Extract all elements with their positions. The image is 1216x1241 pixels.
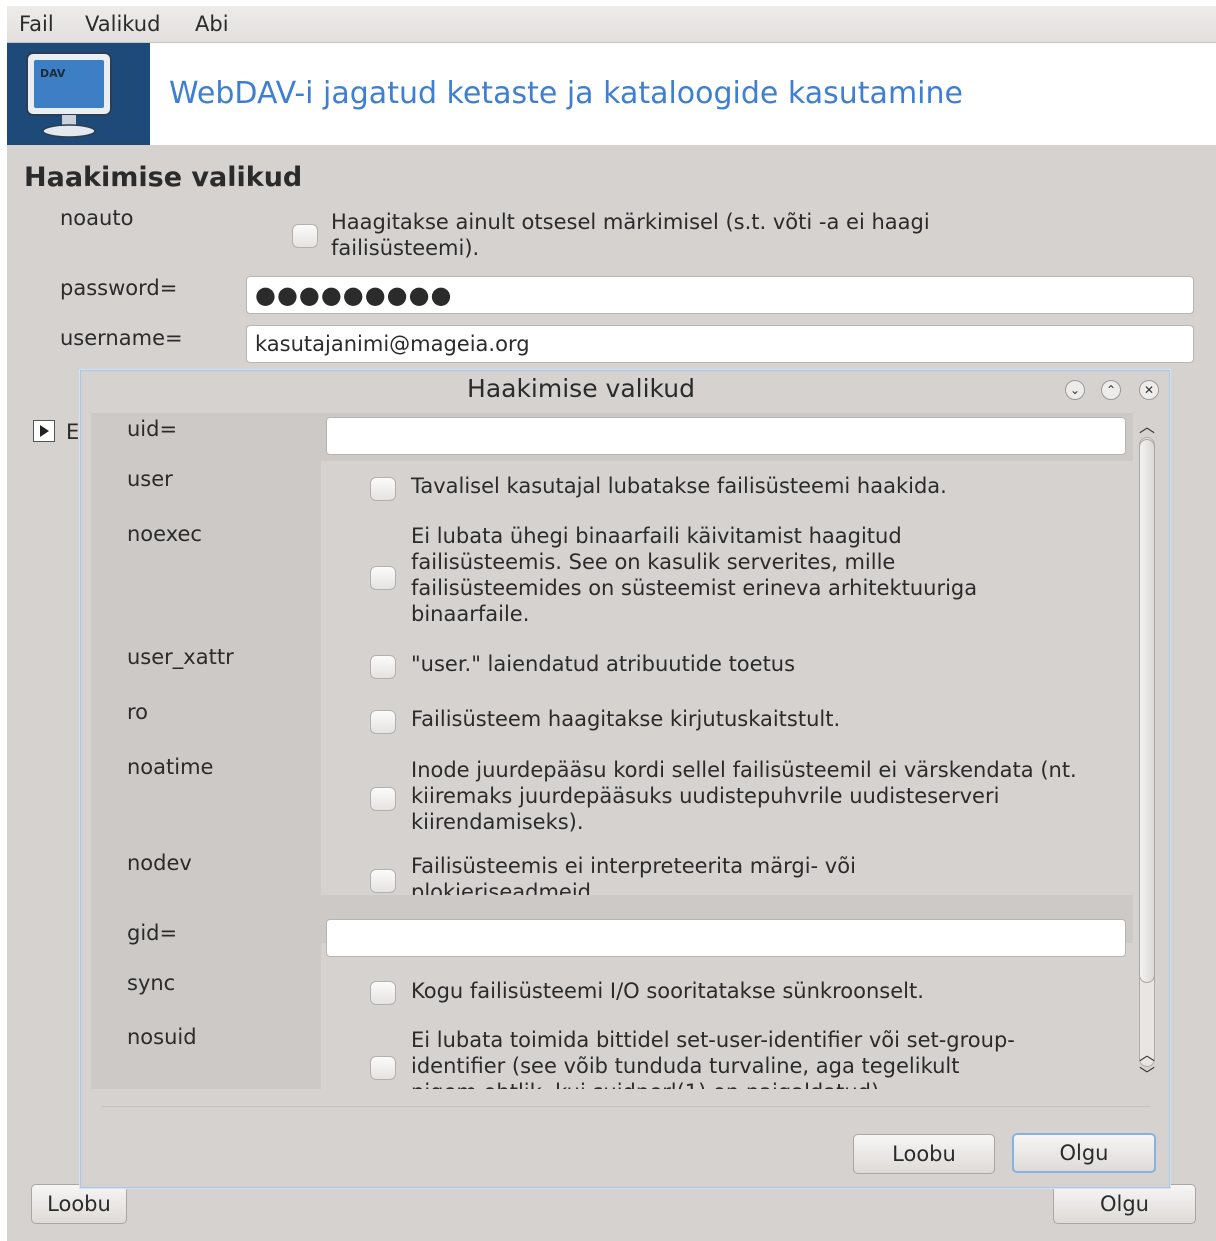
options-scroll-area[interactable]: uid= user Tavalisel kasutajal lubatakse … xyxy=(91,413,1169,1089)
svg-text:DAV: DAV xyxy=(40,67,66,80)
vertical-scrollbar[interactable]: ︿ ︿ ﹀ xyxy=(1137,413,1167,1089)
webdav-logo: DAV xyxy=(7,43,150,145)
ro-label: ro xyxy=(127,700,149,724)
noauto-checkbox[interactable] xyxy=(292,224,318,248)
label-column xyxy=(91,413,321,1089)
section-title: Haakimise valikud xyxy=(24,162,303,193)
scroll-up-arrow-icon[interactable]: ︿ xyxy=(1137,413,1157,437)
dialog-ok-button[interactable]: Olgu xyxy=(1012,1133,1156,1173)
password-value: ●●●●●●●●● xyxy=(255,281,453,309)
page-title: WebDAV-i jagatud ketaste ja kataloogide … xyxy=(169,76,963,111)
banner: DAV WebDAV-i jagatud ketaste ja kataloog… xyxy=(7,43,1216,145)
sync-description: Kogu failisüsteemi I/O sooritatakse sünk… xyxy=(411,979,924,1003)
expander-arrow-icon[interactable] xyxy=(33,420,55,442)
menu-help[interactable]: Abi xyxy=(195,12,229,36)
user-description: Tavalisel kasutajal lubatakse failisüste… xyxy=(411,474,947,498)
password-label: password= xyxy=(60,276,178,300)
nodev-label: nodev xyxy=(127,851,192,875)
uid-label: uid= xyxy=(127,417,178,441)
scrollbar-thumb[interactable] xyxy=(1139,439,1155,983)
sync-label: sync xyxy=(127,971,176,995)
noexec-checkbox[interactable] xyxy=(370,566,396,590)
noexec-description: Ei lubata ühegi binaarfaili käivitamist … xyxy=(411,524,978,626)
noatime-label: noatime xyxy=(127,755,214,779)
scroll-down-arrow-icon[interactable]: ﹀ xyxy=(1137,1061,1157,1085)
user-xattr-checkbox[interactable] xyxy=(370,655,396,679)
username-label: username= xyxy=(60,326,183,350)
uid-field[interactable] xyxy=(326,417,1126,455)
noauto-label: noauto xyxy=(60,206,134,230)
username-field[interactable]: kasutajanimi@mageia.org xyxy=(246,325,1194,363)
user-label: user xyxy=(127,467,173,491)
nodev-checkbox[interactable] xyxy=(370,869,396,893)
nosuid-checkbox[interactable] xyxy=(370,1056,396,1080)
password-field[interactable]: ●●●●●●●●● xyxy=(246,276,1194,314)
cancel-button[interactable]: Loobu xyxy=(31,1184,127,1224)
user-xattr-description: "user." laiendatud atribuutide toetus xyxy=(411,652,796,676)
gid-label: gid= xyxy=(127,921,178,945)
expander-label: E xyxy=(66,420,80,444)
nosuid-description: Ei lubata toimida bittidel set-user-iden… xyxy=(411,1028,1015,1089)
username-value: kasutajanimi@mageia.org xyxy=(255,332,530,356)
close-icon[interactable]: ✕ xyxy=(1139,380,1159,400)
sync-checkbox[interactable] xyxy=(370,981,396,1005)
menu-bar: Fail Valikud Abi xyxy=(7,6,1216,43)
nosuid-label: nosuid xyxy=(127,1025,197,1049)
mount-options-dialog: Haakimise valikud ⌄ ⌃ ✕ uid= user Tavali… xyxy=(80,370,1170,1188)
user-checkbox[interactable] xyxy=(370,477,396,501)
ro-description: Failisüsteem haagitakse kirjutuskaitstul… xyxy=(411,707,841,731)
dialog-separator xyxy=(101,1106,1151,1107)
dialog-title: Haakimise valikud xyxy=(467,374,695,403)
gid-field[interactable] xyxy=(326,919,1126,957)
noatime-checkbox[interactable] xyxy=(370,787,396,811)
noexec-label: noexec xyxy=(127,522,202,546)
noatime-description: Inode juurdepääsu kordi sellel failisüst… xyxy=(411,758,1077,834)
ok-button[interactable]: Olgu xyxy=(1053,1184,1196,1224)
minimize-icon[interactable]: ⌄ xyxy=(1065,380,1085,400)
user-xattr-label: user_xattr xyxy=(127,645,234,669)
dialog-cancel-button[interactable]: Loobu xyxy=(853,1134,995,1174)
maximize-icon[interactable]: ⌃ xyxy=(1101,380,1121,400)
menu-options[interactable]: Valikud xyxy=(85,12,160,36)
noauto-description: Haagitakse ainult otsesel märkimisel (s.… xyxy=(331,210,930,260)
ro-checkbox[interactable] xyxy=(370,710,396,734)
menu-file[interactable]: Fail xyxy=(19,12,54,36)
